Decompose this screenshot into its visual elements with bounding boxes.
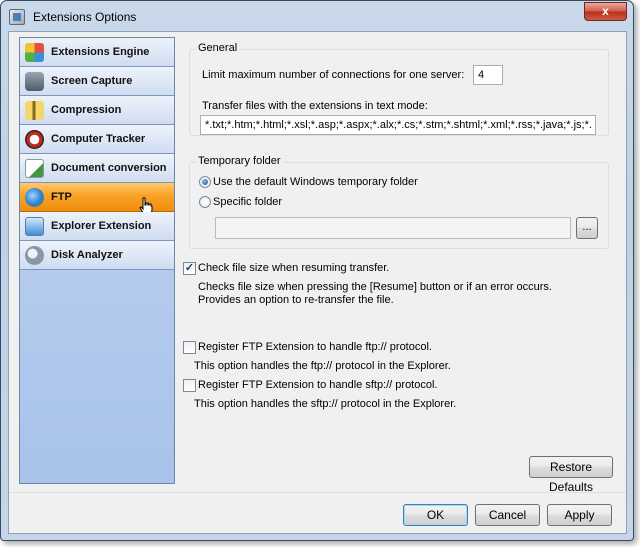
sidebar-item-label: Computer Tracker <box>51 133 146 145</box>
sidebar-item-explorer-extension[interactable]: Explorer Extension <box>20 212 174 241</box>
puzzle-icon <box>25 43 44 62</box>
restore-defaults-button[interactable]: Restore Defaults <box>529 456 613 494</box>
sidebar-item-compression[interactable]: Compression <box>20 96 174 125</box>
default-temp-folder-radio[interactable] <box>199 176 211 188</box>
register-sftp-checkbox[interactable] <box>183 379 196 392</box>
ok-button[interactable]: OK <box>403 504 468 526</box>
register-ftp-checkbox[interactable] <box>183 341 196 354</box>
checkmark-icon: ✓ <box>184 262 195 274</box>
sidebar-item-label: Explorer Extension <box>51 220 152 232</box>
check-file-size-description-2: Provides an option to re-transfer the fi… <box>198 294 394 306</box>
disk-analyzer-icon <box>25 246 44 265</box>
sidebar-item-screen-capture[interactable]: Screen Capture <box>20 67 174 96</box>
sidebar-item-ftp[interactable]: FTP <box>20 183 174 215</box>
max-connections-label: Limit maximum number of connections for … <box>202 69 465 81</box>
sidebar-item-label: Screen Capture <box>51 75 133 87</box>
window-title: Extensions Options <box>33 10 137 24</box>
sidebar-item-label: Disk Analyzer <box>51 249 123 261</box>
max-connections-field[interactable] <box>473 65 503 85</box>
explorer-icon <box>25 217 44 236</box>
dialog-button-bar: OK Cancel Apply <box>9 492 626 533</box>
register-sftp-label: Register FTP Extension to handle sftp://… <box>198 379 438 391</box>
register-sftp-description: This option handles the sftp:// protocol… <box>194 398 457 410</box>
check-file-size-label: Check file size when resuming transfer. <box>198 262 390 274</box>
title-bar[interactable]: Extensions Options x <box>1 1 633 31</box>
check-file-size-checkbox[interactable]: ✓ <box>183 262 196 275</box>
browse-folder-button[interactable]: ... <box>576 217 598 239</box>
document-icon <box>25 159 44 178</box>
temp-folder-group-title: Temporary folder <box>196 155 283 167</box>
sidebar-item-disk-analyzer[interactable]: Disk Analyzer <box>20 241 174 270</box>
camera-icon <box>25 72 44 91</box>
cancel-button[interactable]: Cancel <box>475 504 540 526</box>
apply-button[interactable]: Apply <box>547 504 612 526</box>
general-group-title: General <box>196 42 240 54</box>
specific-folder-label: Specific folder <box>213 196 283 208</box>
ftp-globe-icon <box>25 188 44 207</box>
default-temp-folder-label: Use the default Windows temporary folder <box>213 176 418 188</box>
sidebar-item-document-conversion[interactable]: Document conversion <box>20 154 174 183</box>
sidebar-item-label: FTP <box>51 191 72 203</box>
general-group: General Limit maximum number of connecti… <box>189 42 609 136</box>
extensions-options-window: Extensions Options x Extensions Engine S… <box>0 0 634 541</box>
register-ftp-description: This option handles the ftp:// protocol … <box>194 360 451 372</box>
register-ftp-label: Register FTP Extension to handle ftp:// … <box>198 341 432 353</box>
sidebar-item-label: Extensions Engine <box>51 46 150 58</box>
app-icon <box>9 9 25 25</box>
sidebar-item-extensions-engine[interactable]: Extensions Engine <box>20 38 174 67</box>
tracker-icon <box>25 130 44 149</box>
close-button[interactable]: x <box>584 2 627 21</box>
sidebar-item-label: Document conversion <box>51 162 167 174</box>
specific-folder-radio[interactable] <box>199 196 211 208</box>
dialog-body: Extensions Engine Screen Capture Compres… <box>8 31 627 534</box>
sidebar-item-computer-tracker[interactable]: Computer Tracker <box>20 125 174 154</box>
sidebar: Extensions Engine Screen Capture Compres… <box>19 37 175 484</box>
text-mode-extensions-field[interactable] <box>200 115 596 135</box>
temp-folder-group: Temporary folder Use the default Windows… <box>189 155 609 249</box>
sidebar-item-label: Compression <box>51 104 122 116</box>
specific-folder-field[interactable] <box>215 217 571 239</box>
check-file-size-description: Checks file size when pressing the [Resu… <box>198 281 552 293</box>
text-mode-label: Transfer files with the extensions in te… <box>202 100 428 112</box>
close-icon: x <box>602 4 609 18</box>
zip-folder-icon <box>25 101 44 120</box>
